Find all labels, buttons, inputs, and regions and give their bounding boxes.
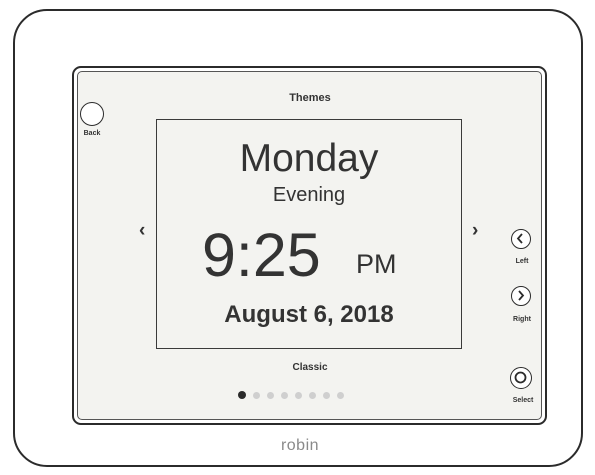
chevron-left-icon (516, 233, 523, 244)
right-label: Right (513, 316, 531, 323)
chevron-right-icon (518, 290, 525, 301)
time-text: 9:25 (202, 221, 321, 289)
page-dot-active[interactable] (238, 391, 246, 399)
select-label: Select (512, 397, 534, 404)
page-dot[interactable] (253, 391, 260, 399)
left-button[interactable] (511, 229, 531, 249)
right-button[interactable] (511, 286, 531, 306)
date-text: August 6, 2018 (224, 301, 394, 328)
theme-name: Classic (292, 362, 328, 373)
page-dot[interactable] (309, 391, 316, 399)
target-circle-icon (514, 371, 527, 384)
page-dot[interactable] (267, 391, 274, 399)
page-title: Themes (289, 92, 331, 104)
day-text: Monday (239, 137, 379, 180)
page-dot[interactable] (337, 391, 344, 399)
ampm-text: PM (356, 249, 397, 279)
page-dot[interactable] (281, 391, 288, 399)
pagination-dots (238, 390, 344, 400)
select-button[interactable] (510, 367, 532, 389)
back-label: Back (83, 130, 101, 137)
page-dot[interactable] (295, 391, 302, 399)
left-label: Left (515, 258, 529, 265)
next-theme-arrow[interactable]: › (472, 220, 478, 242)
page-dot[interactable] (323, 391, 330, 399)
back-button[interactable] (80, 102, 104, 126)
brand-logo-text: robin (280, 437, 320, 454)
period-text: Evening (272, 184, 346, 206)
previous-theme-arrow[interactable]: ‹ (139, 220, 145, 242)
